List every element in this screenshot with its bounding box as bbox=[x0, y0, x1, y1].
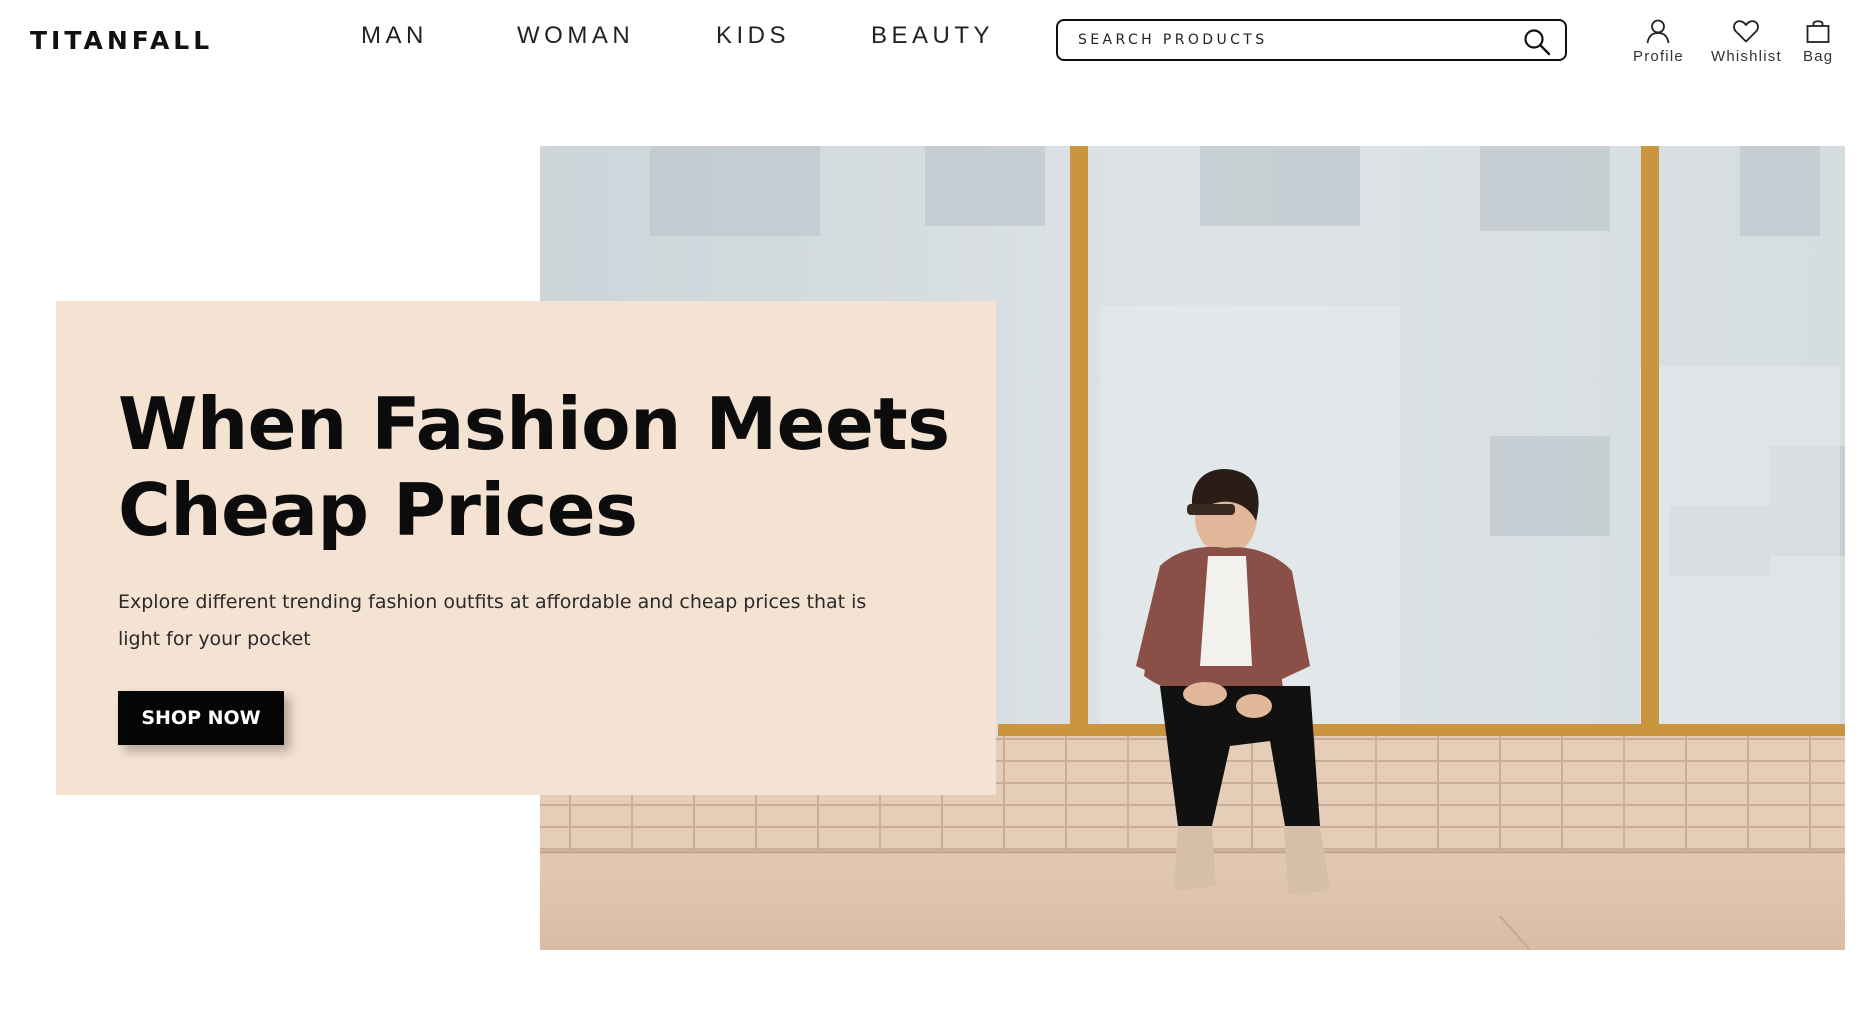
wishlist-label: Whishlist bbox=[1711, 48, 1782, 65]
wishlist-button[interactable]: Whishlist bbox=[1711, 18, 1782, 65]
search-icon[interactable] bbox=[1523, 28, 1551, 56]
hero-card: When Fashion Meets Cheap Prices Explore … bbox=[56, 301, 996, 795]
hero-title-line-2: Cheap Prices bbox=[118, 468, 638, 552]
shopping-bag-icon bbox=[1806, 20, 1830, 43]
profile-button[interactable]: Profile bbox=[1633, 18, 1684, 65]
brand-logo[interactable]: TITANFALL bbox=[30, 26, 213, 55]
nav-item-woman[interactable]: WOMAN bbox=[517, 22, 634, 50]
heart-icon bbox=[1733, 20, 1760, 43]
nav-item-beauty[interactable]: BEAUTY bbox=[871, 22, 994, 50]
search-input[interactable] bbox=[1078, 27, 1508, 53]
bag-label: Bag bbox=[1803, 48, 1834, 65]
nav-item-kids[interactable]: KIDS bbox=[716, 22, 790, 50]
user-icon bbox=[1647, 19, 1670, 44]
bag-button[interactable]: Bag bbox=[1803, 18, 1833, 65]
nav-item-man[interactable]: MAN bbox=[361, 22, 428, 50]
search-bar bbox=[1056, 19, 1567, 61]
site-header: TITANFALL MAN WOMAN KIDS BEAUTY Profile … bbox=[0, 0, 1876, 85]
profile-label: Profile bbox=[1633, 48, 1684, 65]
hero-description: Explore different trending fashion outfi… bbox=[118, 591, 867, 650]
hero-title-line-1: When Fashion Meets bbox=[118, 382, 950, 466]
hero-title: When Fashion Meets Cheap Prices bbox=[118, 381, 958, 553]
shop-now-button[interactable]: SHOP NOW bbox=[118, 691, 284, 745]
